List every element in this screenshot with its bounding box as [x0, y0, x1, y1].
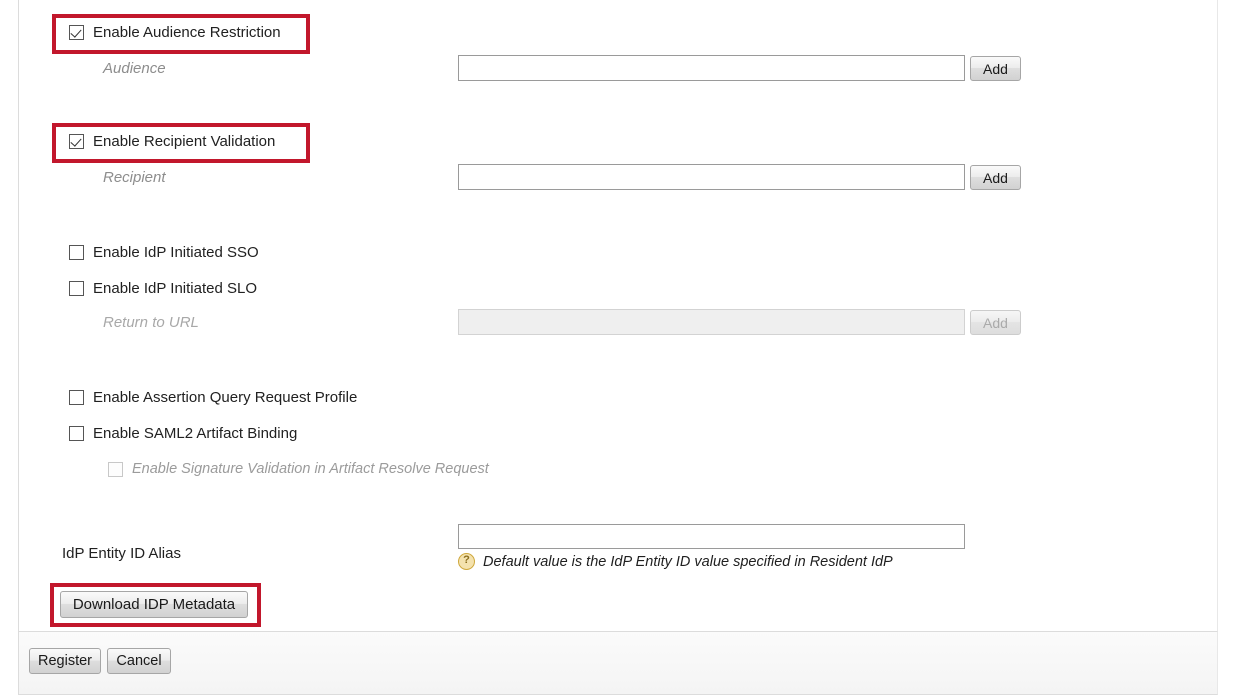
recipient-input[interactable] [458, 164, 965, 190]
checkbox-label-enable-saml2-artifact-binding: Enable SAML2 Artifact Binding [93, 425, 298, 442]
register-button[interactable]: Register [29, 648, 101, 674]
checkbox-label-enable-assertion-query-request-profile: Enable Assertion Query Request Profile [93, 389, 358, 406]
recipient-add-button[interactable]: Add [970, 165, 1021, 190]
checkbox-row-enable-assertion-query-request-profile[interactable]: Enable Assertion Query Request Profile [69, 389, 357, 406]
checkbox-row-enable-idp-initiated-slo[interactable]: Enable IdP Initiated SLO [69, 280, 257, 297]
checkbox-row-enable-idp-initiated-sso[interactable]: Enable IdP Initiated SSO [69, 244, 259, 261]
return-to-url-input[interactable] [458, 309, 965, 335]
download-idp-metadata-button[interactable]: Download IDP Metadata [60, 591, 248, 618]
checkbox-enable-idp-initiated-slo[interactable] [69, 281, 84, 296]
saml-config-form: Enable Audience Restriction Audience Add… [18, 0, 1218, 631]
field-label-return-to-url: Return to URL [103, 314, 199, 331]
idp-entity-id-alias-input[interactable] [458, 524, 965, 549]
idp-entity-id-alias-hint-text: Default value is the IdP Entity ID value… [483, 553, 893, 570]
idp-entity-id-alias-hint: ? Default value is the IdP Entity ID val… [458, 553, 893, 570]
checkbox-label-enable-signature-validation: Enable Signature Validation in Artifact … [132, 461, 489, 477]
checkbox-label-enable-audience-restriction: Enable Audience Restriction [93, 24, 281, 41]
cancel-button[interactable]: Cancel [107, 648, 171, 674]
field-label-recipient: Recipient [103, 169, 166, 186]
checkbox-label-enable-recipient-validation: Enable Recipient Validation [93, 133, 276, 150]
field-label-audience: Audience [103, 60, 166, 77]
checkbox-label-enable-idp-initiated-slo: Enable IdP Initiated SLO [93, 280, 258, 297]
return-to-url-add-button[interactable]: Add [970, 310, 1021, 335]
form-footer: Register Cancel [18, 631, 1218, 695]
checkbox-row-enable-saml2-artifact-binding[interactable]: Enable SAML2 Artifact Binding [69, 425, 297, 442]
help-circle-icon: ? [458, 553, 475, 570]
checkbox-enable-signature-validation[interactable] [108, 461, 123, 477]
checkbox-row-enable-recipient-validation[interactable]: Enable Recipient Validation [69, 133, 275, 150]
checkbox-enable-saml2-artifact-binding[interactable] [69, 426, 84, 441]
audience-add-button[interactable]: Add [970, 56, 1021, 81]
checkbox-row-enable-signature-validation[interactable]: Enable Signature Validation in Artifact … [108, 461, 489, 477]
checkbox-enable-recipient-validation[interactable] [69, 134, 84, 149]
field-label-idp-entity-id-alias: IdP Entity ID Alias [62, 545, 181, 562]
audience-input[interactable] [458, 55, 965, 81]
checkbox-row-enable-audience-restriction[interactable]: Enable Audience Restriction [69, 24, 281, 41]
checkbox-enable-audience-restriction[interactable] [69, 25, 84, 40]
checkbox-enable-assertion-query-request-profile[interactable] [69, 390, 84, 405]
checkbox-label-enable-idp-initiated-sso: Enable IdP Initiated SSO [93, 244, 259, 261]
page-root: Enable Audience Restriction Audience Add… [0, 0, 1235, 695]
checkbox-enable-idp-initiated-sso[interactable] [69, 245, 84, 260]
